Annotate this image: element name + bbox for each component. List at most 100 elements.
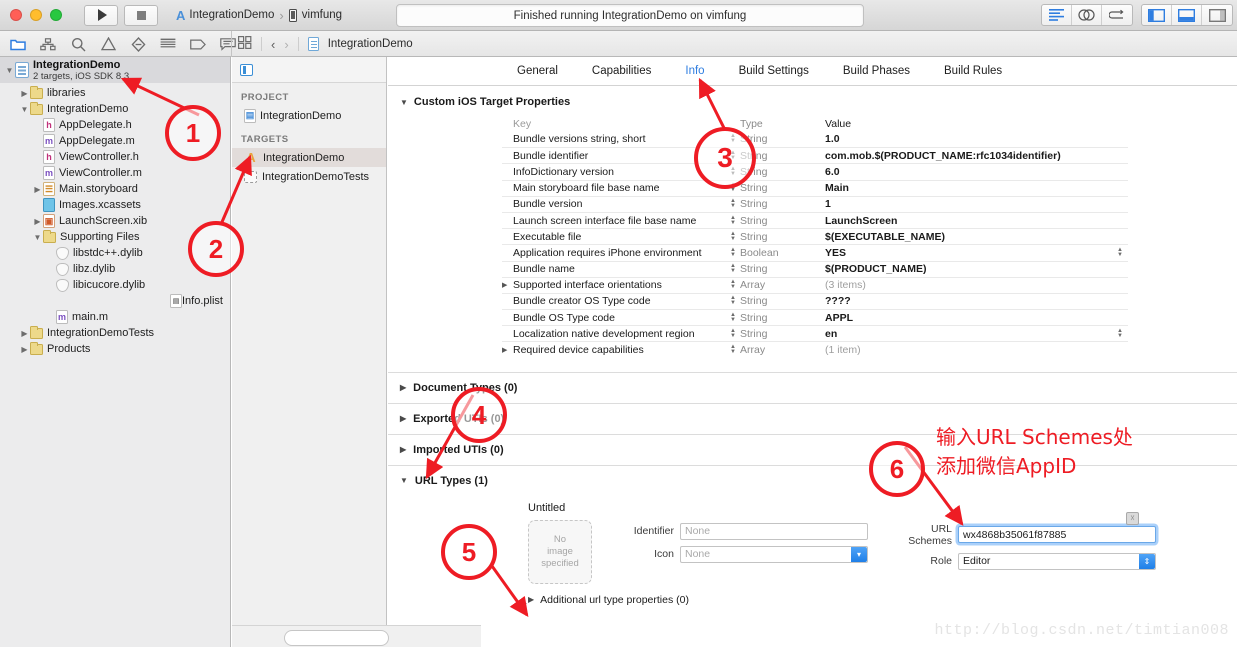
plist-type[interactable]: String (740, 150, 825, 162)
row-stepper[interactable]: ▲ ▼ (726, 150, 740, 161)
plist-value[interactable]: LaunchScreen (825, 215, 1112, 227)
identifier-input[interactable]: None (680, 522, 868, 540)
plist-key[interactable]: Application requires iPhone environment (511, 247, 726, 259)
plist-key[interactable]: Supported interface orientations (511, 279, 726, 291)
plist-row[interactable]: Launch screen interface file base name ▲ ▼… (502, 211, 1128, 228)
tab-info[interactable]: Info (685, 65, 704, 77)
row-stepper[interactable]: ▲ ▼ (726, 198, 740, 209)
row-stepper[interactable]: ▲ ▼ (726, 215, 740, 226)
editor-tab-bar[interactable]: General Capabilities Info Build Settings Bui… (388, 57, 1237, 86)
go-back-icon[interactable]: ‹ (271, 37, 275, 52)
plist-value[interactable]: APPL (825, 312, 1112, 324)
plist-row[interactable]: Localization native development region ▲ ▼… (502, 325, 1128, 341)
plist-row[interactable]: Executable file ▲ ▼ String $(EXECUTABLE_NAME… (502, 228, 1128, 244)
plist-value[interactable]: Main (825, 182, 1112, 194)
disclosure-triangle-icon[interactable]: ▼ (19, 105, 30, 114)
plist-row[interactable]: Bundle OS Type code ▲ ▼ String APPL (502, 309, 1128, 325)
plist-row[interactable]: InfoDictionary version ▲ ▼ String 6.0 (502, 163, 1128, 179)
plist-value[interactable]: (3 items) (825, 279, 1112, 291)
breakpoint-navigator-icon[interactable] (190, 36, 206, 52)
remove-url-type-button[interactable]: ☓ (1126, 511, 1139, 525)
row-stepper[interactable]: ▲ ▼ (726, 344, 740, 355)
row-stepper[interactable]: ▲ ▼ (726, 295, 740, 306)
file-tree-row[interactable]: ▶ ▤Info.plist (0, 293, 230, 309)
additional-url-type-properties-row[interactable]: ▶ Additional url type properties (0) (528, 594, 1237, 606)
plist-type[interactable]: String (740, 312, 825, 324)
disclosure-triangle-icon[interactable]: ▶ (19, 345, 30, 354)
tab-build-phases[interactable]: Build Phases (843, 65, 910, 77)
plist-type[interactable]: String (740, 328, 825, 340)
tab-build-rules[interactable]: Build Rules (944, 65, 1002, 77)
plist-row[interactable]: Bundle versions string, short ▲ ▼ String 1.0 (502, 131, 1128, 147)
toggle-utilities-button[interactable] (1202, 5, 1232, 25)
plist-row[interactable]: Bundle name ▲ ▼ String $(PRODUCT_NAME) (502, 260, 1128, 277)
project-targets-pane[interactable]: PROJECT ▤ IntegrationDemo TARGETS A Integ… (232, 57, 387, 647)
file-tree-row[interactable]: ▶ libz.dylib (0, 261, 230, 277)
file-tree-row[interactable]: ▶ Products (0, 341, 230, 357)
tab-capabilities[interactable]: Capabilities (592, 65, 651, 77)
row-stepper[interactable]: ▲ ▼ (726, 182, 740, 193)
row-stepper[interactable]: ▲ ▼ (726, 279, 740, 290)
plist-key[interactable]: Bundle versions string, short (511, 133, 726, 145)
plist-key[interactable]: Main storyboard file base name (511, 182, 726, 194)
plist-row[interactable]: Bundle identifier ▲ ▼ String com.mob.$(PRODU… (502, 147, 1128, 163)
disclosure-triangle-icon[interactable]: ▶ (400, 414, 406, 423)
plist-value[interactable]: 1.0 (825, 133, 1112, 145)
disclosure-triangle-icon[interactable]: ▶ (32, 217, 43, 226)
plist-key[interactable]: Launch screen interface file base name (511, 215, 726, 227)
plist-key[interactable]: Bundle creator OS Type code (511, 295, 726, 307)
report-navigator-icon[interactable] (220, 36, 236, 52)
disclosure-triangle-icon[interactable]: ▶ (502, 281, 511, 289)
url-schemes-input[interactable]: wx4868b35061f87885 (958, 526, 1156, 544)
target-list-item[interactable]: IntegrationDemoTests (232, 167, 386, 186)
plist-type[interactable]: String (740, 182, 825, 194)
file-tree-row[interactable]: ▶ ▣ LaunchScreen.xib (0, 213, 230, 229)
close-window-button[interactable] (10, 9, 22, 21)
row-stepper[interactable]: ▲ ▼ (726, 328, 740, 339)
plist-type[interactable]: String (740, 166, 825, 178)
zoom-window-button[interactable] (50, 9, 62, 21)
symbol-navigator-icon[interactable] (40, 36, 56, 52)
file-tree-row[interactable]: ▶ ☰ Main.storyboard (0, 181, 230, 197)
plist-value[interactable]: 6.0 (825, 166, 1112, 178)
tab-general[interactable]: General (517, 65, 558, 77)
debug-navigator-icon[interactable] (160, 36, 176, 52)
project-navigator-icon[interactable] (10, 36, 26, 52)
plist-key[interactable]: Bundle name (511, 263, 726, 275)
file-tree-row[interactable]: ▶h AppDelegate.h (0, 117, 230, 133)
target-list-item[interactable]: A IntegrationDemo (232, 148, 386, 167)
plist-value[interactable]: $(EXECUTABLE_NAME) (825, 231, 1112, 243)
url-type-icon-well[interactable]: No image specified (528, 519, 592, 584)
file-tree-row[interactable]: ▶ IntegrationDemoTests (0, 325, 230, 341)
value-stepper[interactable]: ▲ ▼ (1112, 328, 1128, 339)
disclosure-triangle-icon[interactable]: ▶ (32, 185, 43, 194)
plist-key[interactable]: InfoDictionary version (511, 166, 726, 178)
issue-navigator-icon[interactable] (100, 36, 116, 52)
file-tree-row[interactable]: ▶m main.m (0, 309, 230, 325)
file-tree-row[interactable]: ▶ Images.xcassets (0, 197, 230, 213)
disclosure-triangle-icon[interactable]: ▶ (400, 383, 406, 392)
plist-type[interactable]: Array (740, 279, 825, 291)
navigator-project-row[interactable]: ▼ IntegrationDemo 2 targets, iOS SDK 8.3 (0, 57, 230, 83)
section-header-imported-utis-0[interactable]: ▶ Imported UTIs (0) (388, 433, 1237, 465)
plist-key[interactable]: Executable file (511, 231, 726, 243)
disclosure-triangle-icon[interactable]: ▶ (19, 329, 30, 338)
plist-row[interactable]: ▶ Supported interface orientations ▲ ▼ Array… (502, 276, 1128, 293)
file-tree-row[interactable]: ▼ Supporting Files (0, 229, 230, 245)
plist-key[interactable]: Bundle OS Type code (511, 312, 726, 324)
plist-key[interactable]: Required device capabilities (511, 344, 726, 356)
plist-type[interactable]: String (740, 133, 825, 145)
info-plist-table[interactable]: Key Type Value Bundle versions string, s… (502, 116, 1128, 358)
plist-row[interactable]: Bundle version ▲ ▼ String 1 (502, 195, 1128, 212)
disclosure-triangle-icon[interactable]: ▼ (4, 66, 15, 75)
file-tree-row[interactable]: ▶ libraries (0, 85, 230, 101)
value-stepper[interactable]: ▲ ▼ (1112, 247, 1128, 258)
project-navigator[interactable]: ▼ IntegrationDemo 2 targets, iOS SDK 8.3… (0, 57, 231, 647)
plist-value[interactable]: (1 item) (825, 344, 1112, 356)
version-editor-button[interactable] (1102, 5, 1132, 25)
plist-type[interactable]: String (740, 215, 825, 227)
plist-value[interactable]: ???? (825, 295, 1112, 307)
plist-value[interactable]: $(PRODUCT_NAME) (825, 263, 1112, 275)
plist-type[interactable]: String (740, 295, 825, 307)
plist-row[interactable]: Main storyboard file base name ▲ ▼ String Ma… (502, 179, 1128, 196)
